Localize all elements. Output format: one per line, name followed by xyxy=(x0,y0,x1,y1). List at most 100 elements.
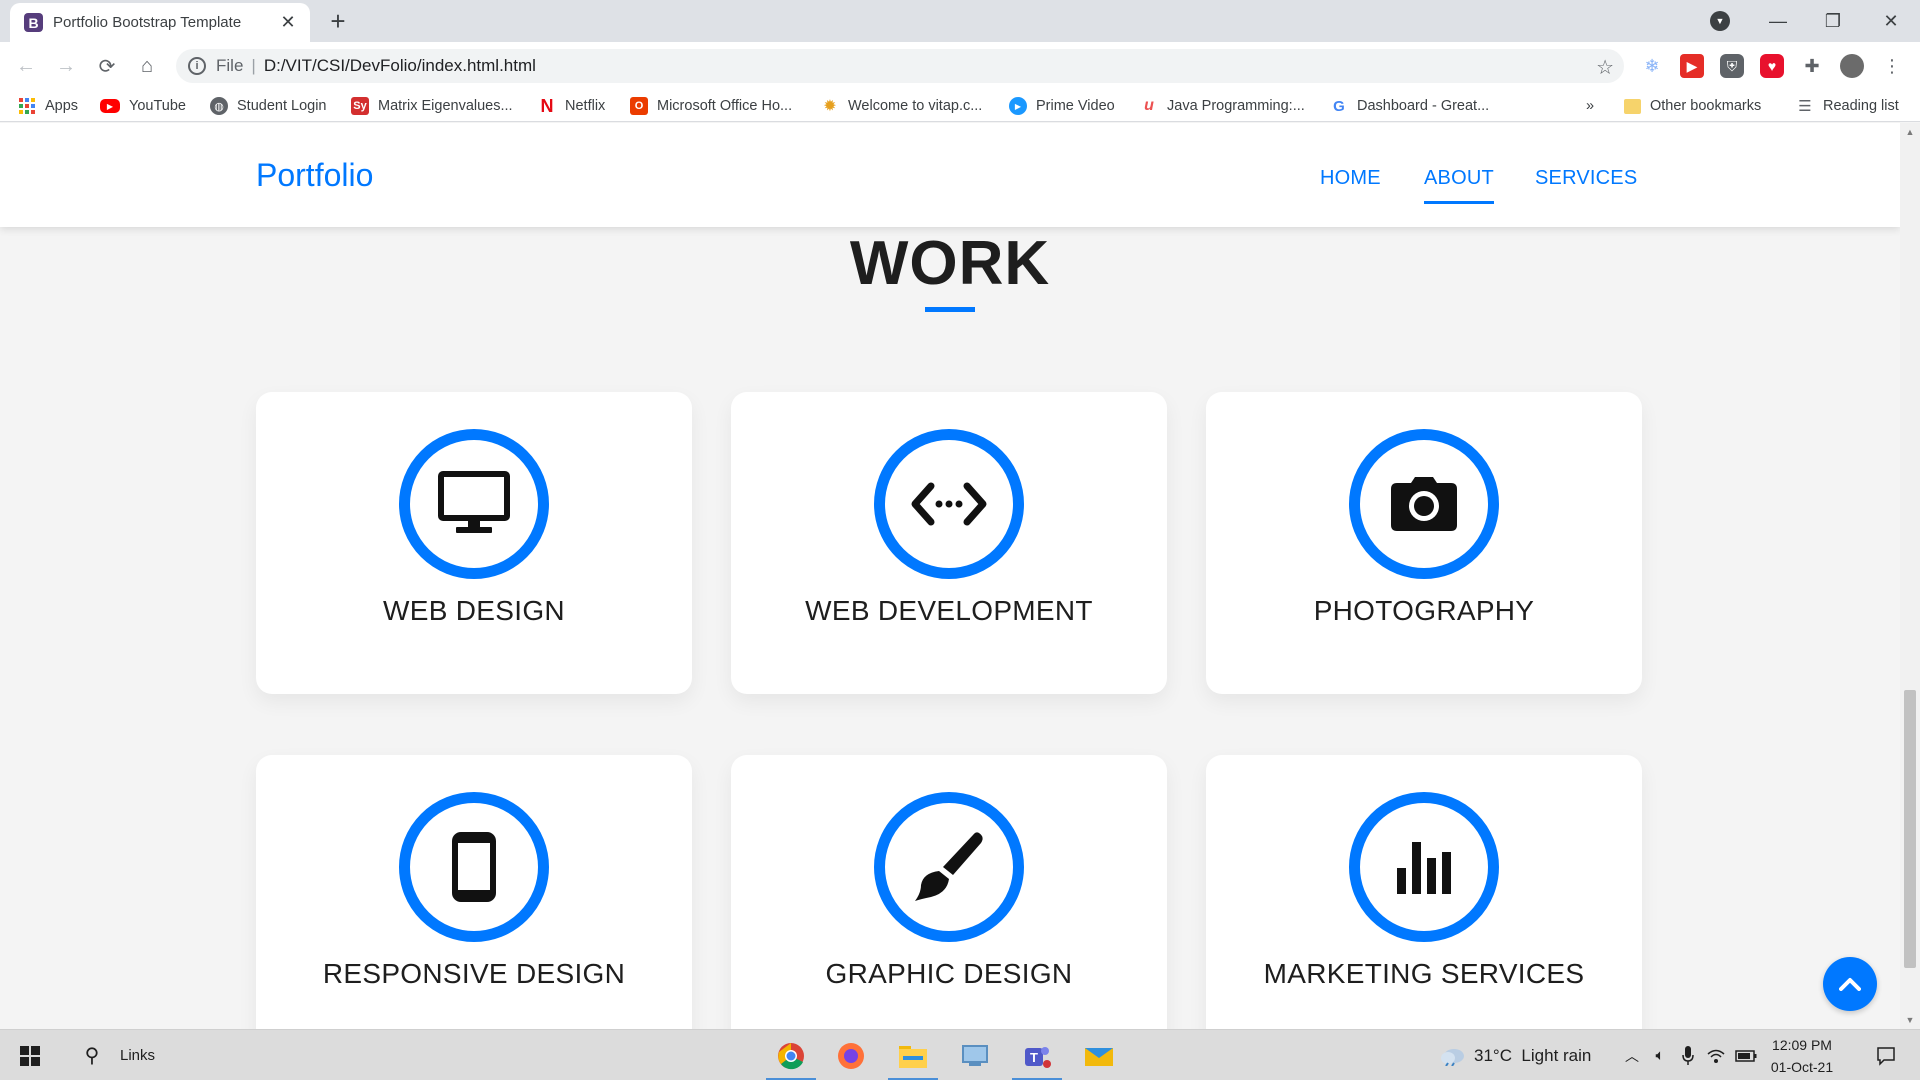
bookmark-star-icon[interactable]: ☆ xyxy=(1596,55,1614,80)
extensions-puzzle-icon[interactable]: ✚ xyxy=(1800,54,1824,78)
home-icon[interactable]: ⌂ xyxy=(131,50,163,82)
file-explorer-taskbar-icon[interactable] xyxy=(884,1030,942,1080)
bookmark-student-login[interactable]: ◍ Student Login xyxy=(210,90,327,122)
scroll-up-arrow-icon[interactable]: ▲ xyxy=(1905,127,1915,137)
vitap-icon: ✹ xyxy=(823,98,837,115)
bookmark-label: Reading list xyxy=(1823,98,1899,114)
notification-center-icon[interactable] xyxy=(1866,1030,1906,1080)
bar-chart-icon xyxy=(1397,842,1451,894)
bookmark-youtube[interactable]: ▶ YouTube xyxy=(100,90,186,122)
service-card-graphic-design[interactable]: GRAPHIC DESIGN xyxy=(731,755,1167,1029)
tray-chevron-up-icon[interactable]: ︿ xyxy=(1620,1030,1644,1080)
bookmark-microsoft-office[interactable]: O Microsoft Office Ho... xyxy=(630,90,792,122)
service-card-photography[interactable]: PHOTOGRAPHY xyxy=(1206,392,1642,694)
snowflake-extension-icon[interactable]: ❄ xyxy=(1640,54,1664,78)
service-card-responsive-design[interactable]: RESPONSIVE DESIGN xyxy=(256,755,692,1029)
weather-cloud-icon[interactable] xyxy=(1438,1030,1468,1080)
nav-about[interactable]: ABOUT xyxy=(1424,167,1494,204)
address-separator: | xyxy=(251,56,256,75)
service-label: WEB DESIGN xyxy=(383,595,565,626)
service-label: PHOTOGRAPHY xyxy=(1313,595,1535,626)
browser-menu-icon[interactable]: ⋮ xyxy=(1880,54,1904,78)
tab-search-icon[interactable]: ▼ xyxy=(1710,11,1730,31)
bookmark-apps[interactable]: Apps xyxy=(18,90,78,122)
udemy-icon: u xyxy=(1144,97,1154,114)
address-bar[interactable]: i File | D:/VIT/CSI/DevFolio/index.html.… xyxy=(176,49,1624,83)
nav-home[interactable]: HOME xyxy=(1320,167,1381,190)
clock[interactable]: 12:09 PM 01-Oct-21 xyxy=(1762,1030,1842,1080)
bookmark-label: Prime Video xyxy=(1036,98,1115,114)
close-tab-icon[interactable]: ✕ xyxy=(278,12,298,33)
site-brand[interactable]: Portfolio xyxy=(256,157,373,194)
close-window-button[interactable]: ✕ xyxy=(1868,0,1914,42)
service-icon-circle xyxy=(874,429,1024,579)
service-card-marketing-services[interactable]: MARKETING SERVICES xyxy=(1206,755,1642,1029)
remote-desktop-taskbar-icon[interactable] xyxy=(946,1030,1004,1080)
forward-arrow-icon[interactable]: → xyxy=(50,50,82,82)
browser-toolbar: ← → ⟳ ⌂ i File | D:/VIT/CSI/DevFolio/ind… xyxy=(0,42,1920,90)
site-navbar: Portfolio HOME ABOUT SERVICES xyxy=(0,123,1900,227)
netflix-icon: N xyxy=(540,95,554,116)
scroll-down-arrow-icon[interactable]: ▼ xyxy=(1905,1015,1915,1025)
bookmark-label: Dashboard - Great... xyxy=(1357,98,1490,114)
service-icon-circle xyxy=(874,792,1024,942)
volume-icon[interactable]: 🔈︎ xyxy=(1648,1030,1672,1080)
bookmark-label: Netflix xyxy=(565,98,606,114)
scrollbar-thumb[interactable] xyxy=(1904,690,1916,968)
back-arrow-icon[interactable]: ← xyxy=(10,50,42,82)
page-scrollbar[interactable]: ▲ ▼ xyxy=(1900,123,1920,1029)
mobile-icon xyxy=(452,832,496,902)
paintbrush-icon xyxy=(915,832,983,901)
new-tab-button[interactable]: + xyxy=(322,6,354,38)
bookmarks-overflow-button[interactable]: » xyxy=(1586,90,1594,122)
reload-icon[interactable]: ⟳ xyxy=(91,50,123,82)
mail-taskbar-icon[interactable] xyxy=(1070,1030,1128,1080)
google-icon: G xyxy=(1333,97,1345,115)
windows-start-icon[interactable] xyxy=(10,1030,50,1080)
profile-avatar[interactable] xyxy=(1840,54,1864,78)
bookmark-netflix[interactable]: N Netflix xyxy=(538,90,606,122)
maximize-button[interactable]: ❐ xyxy=(1810,0,1856,42)
apps-grid-icon xyxy=(18,97,36,115)
bookmark-dashboard[interactable]: G Dashboard - Great... xyxy=(1330,90,1489,122)
service-icon-circle xyxy=(1349,792,1499,942)
battery-icon[interactable] xyxy=(1732,1030,1760,1080)
folder-icon xyxy=(1624,98,1641,114)
bookmark-matrix-eigenvalues[interactable]: Sy Matrix Eigenvalues... xyxy=(351,90,513,122)
tab-strip: B Portfolio Bootstrap Template ✕ + ▼ — ❐… xyxy=(0,0,1920,42)
shield-extension-icon[interactable]: ⛨ xyxy=(1720,54,1744,78)
back-to-top-button[interactable] xyxy=(1823,957,1877,1011)
firefox-taskbar-icon[interactable] xyxy=(822,1030,880,1080)
service-label: WEB DEVELOPMENT xyxy=(805,595,1093,626)
taskbar-search-label[interactable]: Links xyxy=(120,1030,180,1080)
weather-status[interactable]: 31°C Light rain xyxy=(1474,1030,1614,1080)
bookmark-prime-video[interactable]: ▶ Prime Video xyxy=(1009,90,1115,122)
section-title: WORK xyxy=(849,229,1051,298)
service-card-web-design[interactable]: WEB DESIGN xyxy=(256,392,692,694)
address-url: D:/VIT/CSI/DevFolio/index.html.html xyxy=(263,56,536,75)
adblock-extension-icon[interactable]: ♥ xyxy=(1760,54,1784,78)
bookmark-label: Welcome to vitap.c... xyxy=(848,98,983,114)
nav-services[interactable]: SERVICES xyxy=(1535,167,1637,190)
minimize-button[interactable]: — xyxy=(1755,0,1801,42)
reading-list-button[interactable]: ☰ Reading list xyxy=(1796,90,1899,122)
bookmark-java-programming[interactable]: u Java Programming:... xyxy=(1140,90,1305,122)
chrome-taskbar-icon[interactable] xyxy=(762,1030,820,1080)
microphone-icon[interactable] xyxy=(1676,1030,1700,1080)
symbolab-icon: Sy xyxy=(351,97,369,115)
bookmark-vitap[interactable]: ✹ Welcome to vitap.c... xyxy=(821,90,982,122)
bookmark-other-bookmarks[interactable]: Other bookmarks xyxy=(1624,90,1761,122)
wifi-icon[interactable] xyxy=(1704,1030,1728,1080)
service-label: GRAPHIC DESIGN xyxy=(825,958,1073,989)
info-icon[interactable]: i xyxy=(188,57,206,75)
svg-text:T: T xyxy=(1030,1050,1038,1065)
search-icon[interactable]: ⚲ xyxy=(72,1030,112,1080)
video-extension-icon[interactable]: ▶ xyxy=(1680,54,1704,78)
bookmark-label: YouTube xyxy=(129,98,186,114)
tab-title: Portfolio Bootstrap Template xyxy=(53,14,242,31)
teams-taskbar-icon[interactable]: T xyxy=(1008,1030,1066,1080)
service-label: MARKETING SERVICES xyxy=(1263,958,1585,989)
service-card-web-development[interactable]: WEB DEVELOPMENT xyxy=(731,392,1167,694)
clock-date: 01-Oct-21 xyxy=(1770,1058,1834,1075)
browser-tab[interactable]: B Portfolio Bootstrap Template ✕ xyxy=(10,3,310,42)
